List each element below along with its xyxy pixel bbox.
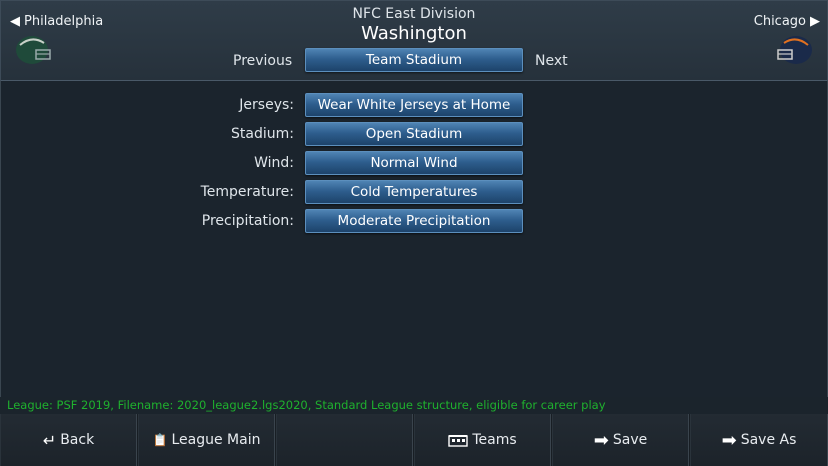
team-stadium-button[interactable]: Team Stadium <box>305 48 523 72</box>
jerseys-label: Jerseys: <box>239 97 294 113</box>
save-label: Save <box>612 432 648 448</box>
division-title: NFC East Division <box>352 6 476 22</box>
jerseys-button[interactable]: Wear White Jerseys at Home <box>305 93 523 117</box>
stadium-button[interactable]: Open Stadium <box>305 122 523 146</box>
stadium-icon <box>448 435 469 447</box>
save-button[interactable]: ➡ Save <box>552 414 689 466</box>
save-as-arrow-icon: ➡ <box>721 429 737 451</box>
back-label: Back <box>60 432 95 448</box>
teams-button[interactable]: Teams <box>414 414 551 466</box>
wind-button[interactable]: Normal Wind <box>305 151 523 175</box>
precipitation-label: Precipitation: <box>201 213 294 229</box>
stadium-label: Stadium: <box>231 126 294 142</box>
team-title: Washington <box>361 23 467 44</box>
next-button[interactable]: Next <box>535 53 568 69</box>
league-main-label: League Main <box>171 432 261 448</box>
save-as-button[interactable]: ➡ Save As <box>690 414 828 466</box>
bears-helmet-icon <box>777 36 812 64</box>
precipitation-button[interactable]: Moderate Precipitation <box>305 209 523 233</box>
next-team-link[interactable]: Chicago ▶ <box>754 14 820 29</box>
next-team-label: Chicago <box>753 14 806 29</box>
save-as-label: Save As <box>740 432 797 448</box>
footer-bar: ↵ Back 📋 League Main Teams ➡ Save ➡ Save… <box>0 414 828 466</box>
previous-button[interactable]: Previous <box>233 53 292 69</box>
teams-label: Teams <box>472 432 517 448</box>
back-arrow-icon: ↵ <box>42 430 57 450</box>
temperature-button[interactable]: Cold Temperatures <box>305 180 523 204</box>
empty-footer-slot <box>276 414 413 466</box>
clipboard-icon: 📋 <box>152 433 168 447</box>
league-main-button[interactable]: 📋 League Main <box>138 414 275 466</box>
temperature-label: Temperature: <box>200 184 294 200</box>
back-button[interactable]: ↵ Back <box>0 414 137 466</box>
league-status-line: League: PSF 2019, Filename: 2020_league2… <box>7 398 606 412</box>
arrow-right-icon: ▶ <box>810 14 820 29</box>
wind-label: Wind: <box>254 155 294 171</box>
save-arrow-icon: ➡ <box>593 429 609 451</box>
